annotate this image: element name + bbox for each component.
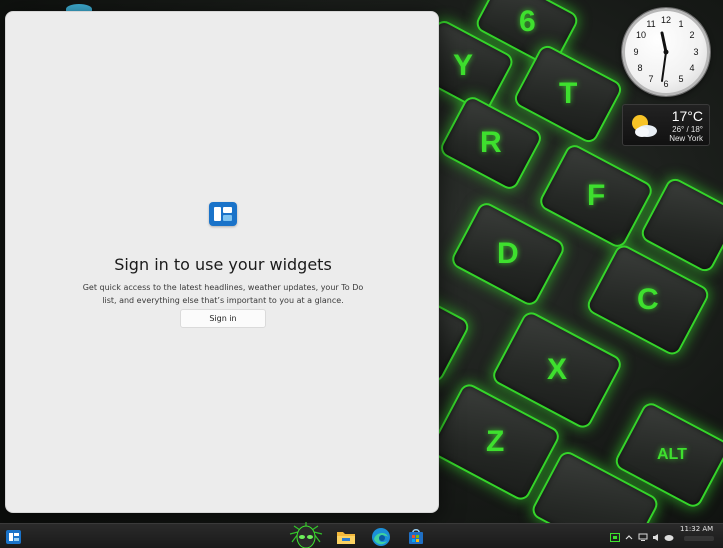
file-explorer-icon[interactable] (335, 526, 357, 548)
taskbar-clock-date-bar (684, 536, 714, 541)
weather-temperature: 17°C (671, 108, 703, 124)
key-label: F (586, 178, 606, 212)
key-f: F (536, 141, 656, 251)
chevron-up-icon[interactable] (624, 533, 634, 542)
key-label: D (497, 236, 519, 270)
clock-gadget[interactable]: 12 1 2 3 4 5 6 7 8 9 10 11 (622, 8, 710, 96)
clock-number: 3 (693, 47, 698, 57)
system-tray (606, 528, 676, 546)
clock-number: 6 (663, 79, 668, 89)
clock-minute-hand (661, 51, 667, 82)
key-label: 6 (518, 4, 536, 38)
onedrive-icon[interactable] (664, 533, 674, 542)
key-label: X (546, 352, 568, 386)
store-icon[interactable] (405, 526, 427, 548)
widgets-title: Sign in to use your widgets (114, 255, 332, 274)
weather-city: New York (669, 134, 703, 143)
taskbar-clock-time[interactable]: 11:32 AM (680, 525, 713, 533)
widgets-icon[interactable] (3, 527, 23, 547)
weather-range: 26° / 18° (672, 125, 703, 134)
weather-gadget[interactable]: 17°C 26° / 18° New York (622, 104, 710, 146)
widgets-icon (209, 202, 237, 226)
clock-number: 5 (678, 74, 683, 84)
clock-number: 11 (646, 19, 655, 29)
key-label: C (637, 282, 659, 316)
clock-number: 8 (637, 63, 642, 73)
clock-number: 2 (689, 30, 694, 40)
clock-number: 7 (648, 74, 653, 84)
clock-hour-hand (660, 31, 668, 54)
taskbar: 11:32 AM (0, 521, 723, 548)
tray-app-icon[interactable] (610, 533, 620, 542)
key-label: Y (452, 48, 474, 82)
partly-cloudy-icon (632, 115, 657, 137)
clock-number: 10 (636, 30, 646, 40)
clock-number: 1 (678, 19, 683, 29)
key-d: D (448, 199, 568, 309)
sign-in-button[interactable]: Sign in (180, 309, 266, 328)
widgets-panel: Sign in to use your widgets Get quick ac… (5, 11, 439, 513)
clock-number: 9 (633, 47, 638, 57)
key-label: ALT (657, 445, 687, 463)
widgets-description: Get quick access to the latest headlines… (82, 283, 364, 305)
alienware-icon[interactable] (288, 521, 324, 548)
clock-center (663, 49, 669, 55)
key-label: R (480, 125, 502, 159)
clock-number: 4 (689, 63, 694, 73)
clock-number: 12 (661, 15, 671, 25)
speaker-icon[interactable] (652, 533, 662, 542)
key-label: Z (485, 424, 505, 458)
key-label: T (558, 76, 578, 110)
edge-icon[interactable] (370, 526, 392, 548)
network-icon[interactable] (638, 533, 648, 542)
clock-face: 12 1 2 3 4 5 6 7 8 9 10 11 (633, 15, 698, 89)
